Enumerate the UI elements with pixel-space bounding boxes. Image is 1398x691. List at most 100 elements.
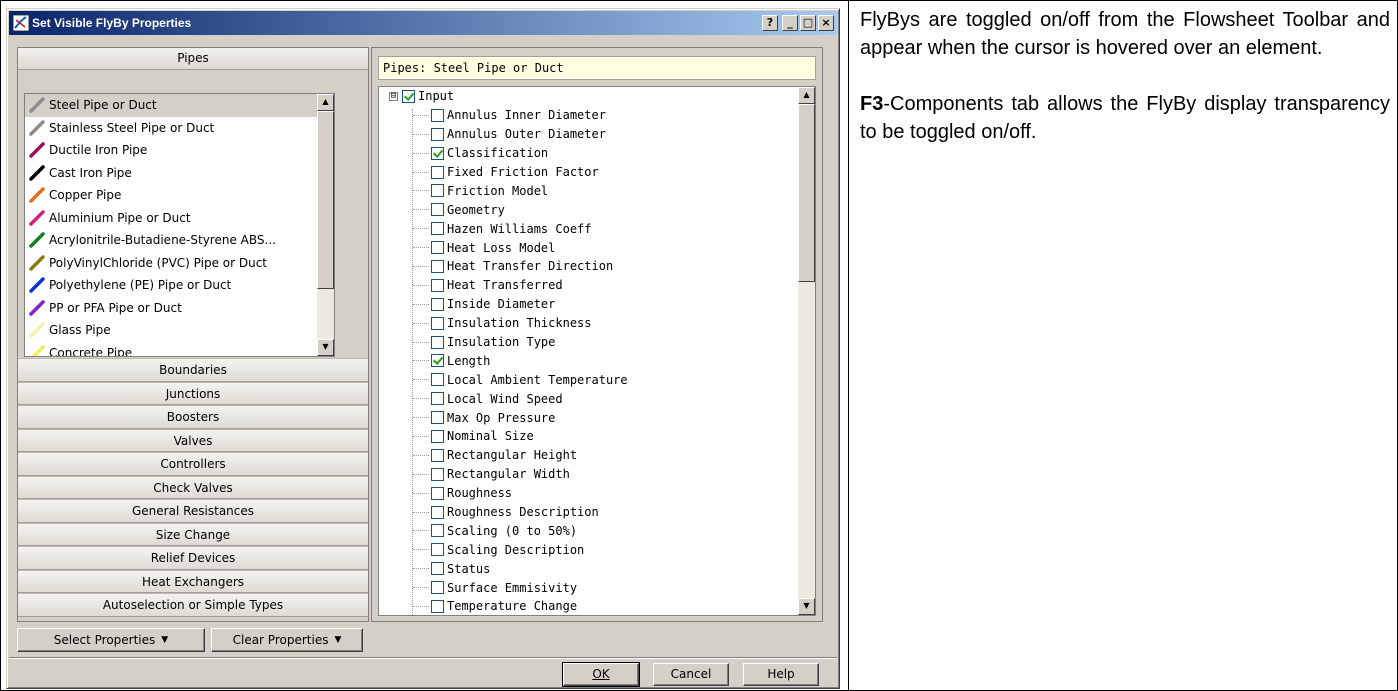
property-item[interactable]: Heat Loss Model <box>379 238 797 257</box>
pipe-type-item[interactable]: Polyethylene (PE) Pipe or Duct <box>25 274 317 297</box>
property-item[interactable]: Heat Transfer Direction <box>379 257 797 276</box>
close-button[interactable]: × <box>818 15 834 31</box>
collapse-toggle-icon[interactable]: ⊟ <box>389 91 398 101</box>
property-item[interactable]: Fixed Friction Factor <box>379 163 797 182</box>
title-bar[interactable]: Set Visible FlyBy Properties ? _ □ × <box>9 11 837 35</box>
pipe-type-item[interactable]: Cast Iron Pipe <box>25 162 317 185</box>
property-checkbox[interactable] <box>431 297 444 311</box>
property-checkbox[interactable] <box>431 373 444 387</box>
scroll-down-arrow-icon[interactable]: ▼ <box>317 339 334 356</box>
property-checkbox[interactable] <box>431 354 444 368</box>
pipe-type-item[interactable]: Stainless Steel Pipe or Duct <box>25 117 317 140</box>
pipe-type-item[interactable]: Acrylonitrile-Butadiene-Styrene ABS... <box>25 229 317 252</box>
property-checkbox[interactable] <box>431 448 444 462</box>
property-item[interactable]: Max Op Pressure <box>379 408 797 427</box>
property-checkbox[interactable] <box>431 562 444 576</box>
pipe-type-item[interactable]: PolyVinylChloride (PVC) Pipe or Duct <box>25 252 317 275</box>
property-item[interactable]: Heat Transferred <box>379 276 797 295</box>
property-item[interactable]: Inside Diameter <box>379 295 797 314</box>
property-checkbox[interactable] <box>431 108 444 122</box>
scroll-thumb[interactable] <box>317 111 334 289</box>
property-checkbox[interactable] <box>431 599 444 613</box>
property-item[interactable]: Hazen Williams Coeff <box>379 219 797 238</box>
property-checkbox[interactable] <box>431 278 444 292</box>
property-item[interactable]: Status <box>379 559 797 578</box>
property-tree-scrollbar[interactable]: ▲ ▼ <box>798 87 815 615</box>
clear-properties-dropdown[interactable]: Clear Properties ▼ <box>211 628 363 652</box>
property-item[interactable]: Rectangular Width <box>379 465 797 484</box>
scroll-up-arrow-icon[interactable]: ▲ <box>798 87 815 104</box>
property-item[interactable]: Surface Emmisivity <box>379 578 797 597</box>
root-checkbox[interactable] <box>402 89 415 103</box>
property-checkbox[interactable] <box>431 505 444 519</box>
scroll-up-arrow-icon[interactable]: ▲ <box>317 94 334 111</box>
property-checkbox[interactable] <box>431 165 444 179</box>
property-item[interactable]: Rectangular Height <box>379 446 797 465</box>
pipe-type-list[interactable]: Steel Pipe or Duct Stainless Steel Pipe o… <box>24 93 335 357</box>
accordion-header-general-resistances[interactable]: General Resistances <box>18 499 368 523</box>
property-checkbox[interactable] <box>431 467 444 481</box>
accordion-header-pipes[interactable]: Pipes <box>18 48 368 70</box>
minimize-button[interactable]: _ <box>782 15 798 31</box>
accordion-header-size-change[interactable]: Size Change <box>18 522 368 546</box>
property-checkbox[interactable] <box>431 392 444 406</box>
property-item[interactable]: Geometry <box>379 200 797 219</box>
property-checkbox[interactable] <box>431 146 444 160</box>
pipe-type-item[interactable]: Steel Pipe or Duct <box>25 94 317 117</box>
cancel-button[interactable]: Cancel <box>653 663 729 686</box>
property-item[interactable]: Scaling (0 to 50%) <box>379 521 797 540</box>
property-item[interactable]: Scaling Description <box>379 540 797 559</box>
accordion-header-junctions[interactable]: Junctions <box>18 381 368 405</box>
property-checkbox[interactable] <box>431 429 444 443</box>
property-item[interactable]: Annulus Inner Diameter <box>379 106 797 125</box>
property-checkbox[interactable] <box>431 259 444 273</box>
accordion-header-relief-devices[interactable]: Relief Devices <box>18 546 368 570</box>
property-checkbox[interactable] <box>431 184 444 198</box>
property-checkbox[interactable] <box>431 241 444 255</box>
property-checkbox[interactable] <box>431 222 444 236</box>
pipe-list-scrollbar[interactable]: ▲ ▼ <box>317 94 334 356</box>
property-checkbox[interactable] <box>431 486 444 500</box>
property-item[interactable]: Temperature Change <box>379 597 797 615</box>
property-checkbox[interactable] <box>431 203 444 217</box>
accordion-header-heat-exchangers[interactable]: Heat Exchangers <box>18 569 368 593</box>
pipe-type-item[interactable]: Ductile Iron Pipe <box>25 139 317 162</box>
property-checkbox[interactable] <box>431 581 444 595</box>
pipe-type-item[interactable]: Copper Pipe <box>25 184 317 207</box>
property-item[interactable]: Roughness Description <box>379 503 797 522</box>
pipe-type-item[interactable]: Concrete Pipe <box>25 342 317 356</box>
select-properties-dropdown[interactable]: Select Properties ▼ <box>17 628 205 652</box>
maximize-button[interactable]: □ <box>800 15 816 31</box>
property-checkbox[interactable] <box>431 411 444 425</box>
property-checkbox[interactable] <box>431 543 444 557</box>
property-item[interactable]: Local Wind Speed <box>379 389 797 408</box>
accordion-header-controllers[interactable]: Controllers <box>18 452 368 476</box>
property-checkbox[interactable] <box>431 316 444 330</box>
property-item[interactable]: Annulus Outer Diameter <box>379 125 797 144</box>
scroll-thumb[interactable] <box>798 104 815 282</box>
ok-button[interactable]: OK <box>562 662 640 687</box>
accordion-header-valves[interactable]: Valves <box>18 428 368 452</box>
property-item[interactable]: Insulation Thickness <box>379 314 797 333</box>
property-item[interactable]: Length <box>379 351 797 370</box>
accordion-header-autoselection-or-simple-types[interactable]: Autoselection or Simple Types <box>18 593 368 617</box>
property-item[interactable]: Insulation Type <box>379 333 797 352</box>
scroll-down-arrow-icon[interactable]: ▼ <box>798 598 815 615</box>
accordion-header-boosters[interactable]: Boosters <box>18 405 368 429</box>
property-item[interactable]: Roughness <box>379 484 797 503</box>
accordion-header-check-valves[interactable]: Check Valves <box>18 475 368 499</box>
property-item[interactable]: Nominal Size <box>379 427 797 446</box>
property-item[interactable]: Classification <box>379 144 797 163</box>
pipe-type-item[interactable]: Glass Pipe <box>25 319 317 342</box>
tree-root-input[interactable]: ⊟ Input <box>379 87 797 106</box>
pipe-type-item[interactable]: Aluminium Pipe or Duct <box>25 207 317 230</box>
property-checkbox[interactable] <box>431 335 444 349</box>
pipe-type-item[interactable]: PP or PFA Pipe or Duct <box>25 297 317 320</box>
property-checkbox[interactable] <box>431 524 444 538</box>
property-checkbox[interactable] <box>431 127 444 141</box>
help-button[interactable]: Help <box>743 663 819 686</box>
property-item[interactable]: Friction Model <box>379 181 797 200</box>
accordion-header-boundaries[interactable]: Boundaries <box>18 358 368 382</box>
property-item[interactable]: Local Ambient Temperature <box>379 370 797 389</box>
context-help-button[interactable]: ? <box>762 15 778 31</box>
